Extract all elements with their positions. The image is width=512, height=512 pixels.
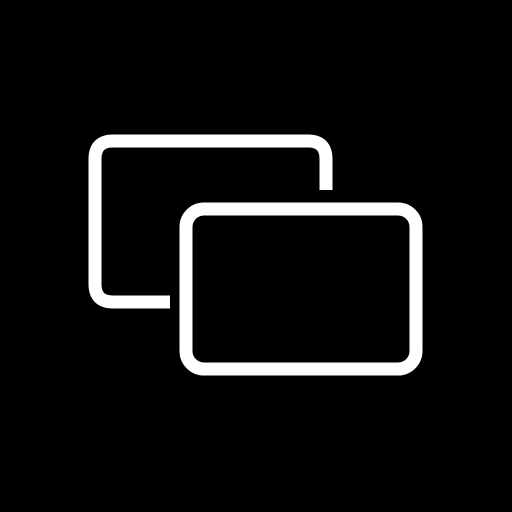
overlapping-windows-svg (88, 134, 423, 376)
back-window-outline (88, 134, 333, 309)
front-window-outline (179, 202, 423, 376)
icon-canvas (0, 0, 512, 512)
overlapping-windows-icon (0, 0, 512, 512)
